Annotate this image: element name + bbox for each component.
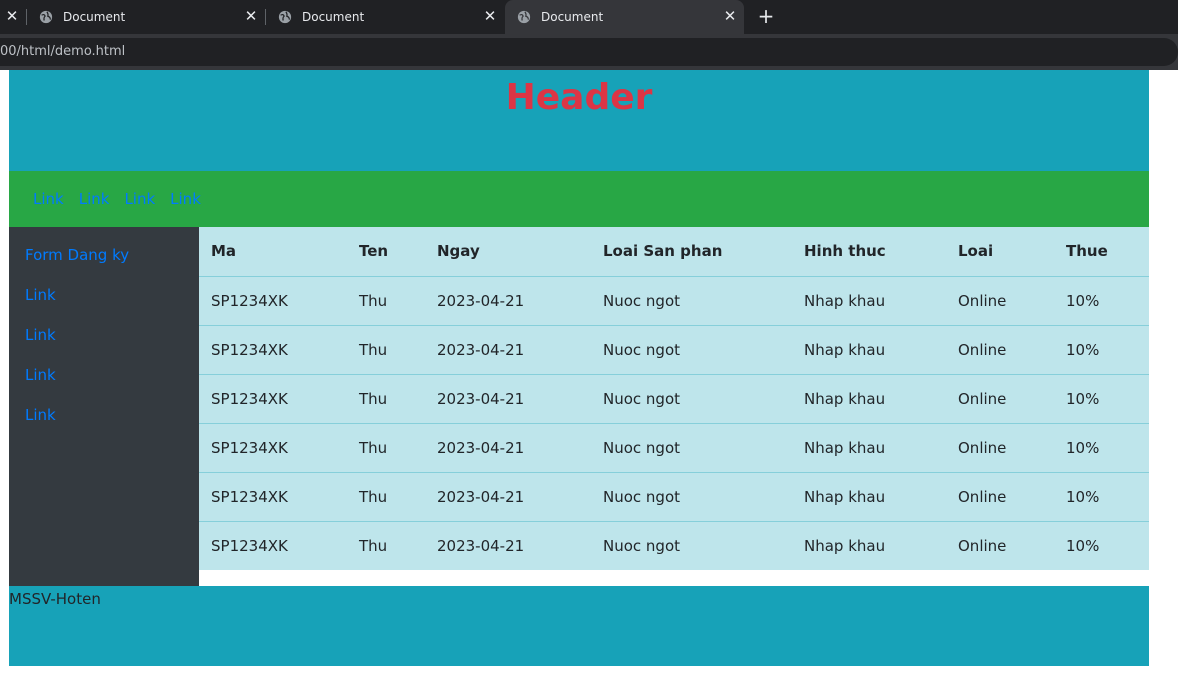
sidebar-link-5[interactable]: Link: [25, 405, 199, 445]
table-cell: 2023-04-21: [425, 422, 591, 472]
table-cell: Thu: [347, 324, 425, 374]
table-row: SP1234XK Thu 2023-04-21 Nuoc ngot Nhap k…: [199, 422, 1149, 472]
tab-document-3-active[interactable]: Document ✕: [505, 0, 744, 34]
table-cell: Online: [946, 422, 1054, 472]
table-cell: Thu: [347, 373, 425, 423]
table-cell: Nhap khau: [792, 324, 946, 374]
table-cell: Nhap khau: [792, 471, 946, 521]
table-cell: Online: [946, 275, 1054, 325]
column-header: Ngay: [437, 242, 480, 261]
column-header: Thue: [1066, 242, 1108, 261]
table-cell: Nhap khau: [792, 373, 946, 423]
table-cell: Nuoc ngot: [591, 324, 792, 374]
top-nav: Link Link Link Link: [9, 171, 1149, 227]
close-tab-icon[interactable]: ✕: [482, 8, 498, 24]
table-row: SP1234XK Thu 2023-04-21 Nuoc ngot Nhap k…: [199, 520, 1149, 570]
table-cell: 10%: [1054, 422, 1149, 472]
sidebar-link-3[interactable]: Link: [25, 325, 199, 365]
close-tab-icon[interactable]: ✕: [722, 8, 738, 24]
sidebar-link-form-dang-ky[interactable]: Form Dang ky: [25, 245, 199, 285]
content-area: Ma Ten Ngay Loai San phan Hinh thuc Loai…: [199, 227, 1149, 586]
table-cell: Online: [946, 324, 1054, 374]
sidebar: Form Dang ky Link Link Link Link: [9, 227, 199, 586]
tab-document-1[interactable]: Document ✕: [27, 0, 265, 34]
table-cell: Nhap khau: [792, 275, 946, 325]
table-cell: SP1234XK: [199, 275, 347, 325]
table-cell: Thu: [347, 520, 425, 570]
close-tab-icon[interactable]: ✕: [4, 8, 20, 24]
table-row: SP1234XK Thu 2023-04-21 Nuoc ngot Nhap k…: [199, 275, 1149, 325]
table-cell: Nhap khau: [792, 422, 946, 472]
main-area: Form Dang ky Link Link Link Link Ma Ten …: [9, 227, 1149, 586]
tab-document-2[interactable]: Document ✕: [266, 0, 504, 34]
tab-title: Document: [541, 10, 604, 24]
table-cell: Nuoc ngot: [591, 520, 792, 570]
table-cell: 2023-04-21: [425, 275, 591, 325]
table-cell: Nhap khau: [792, 520, 946, 570]
table-cell: Online: [946, 471, 1054, 521]
sidebar-link-4[interactable]: Link: [25, 365, 199, 405]
table-header-row: Ma Ten Ngay Loai San phan Hinh thuc Loai…: [199, 227, 1149, 276]
column-header: Ten: [359, 242, 389, 261]
table-cell: Thu: [347, 275, 425, 325]
table-cell: Thu: [347, 422, 425, 472]
table-row: SP1234XK Thu 2023-04-21 Nuoc ngot Nhap k…: [199, 373, 1149, 423]
globe-icon: [517, 10, 531, 24]
table-cell: Nuoc ngot: [591, 422, 792, 472]
table-cell: Thu: [347, 471, 425, 521]
table-cell: 2023-04-21: [425, 471, 591, 521]
new-tab-icon[interactable]: +: [756, 6, 776, 26]
globe-icon: [39, 10, 53, 24]
header-title: Header: [505, 77, 653, 118]
address-bar: 00/html/demo.html: [0, 34, 1178, 70]
table-cell: 10%: [1054, 520, 1149, 570]
column-header: Hinh thuc: [804, 242, 886, 261]
table-cell: SP1234XK: [199, 471, 347, 521]
column-header: Loai San phan: [603, 242, 723, 261]
table-cell: 10%: [1054, 324, 1149, 374]
nav-link-1[interactable]: Link: [33, 190, 64, 208]
table-cell: 2023-04-21: [425, 324, 591, 374]
page-footer: MSSV-Hoten: [9, 586, 1149, 666]
table-cell: SP1234XK: [199, 520, 347, 570]
table-cell: 10%: [1054, 373, 1149, 423]
url-text[interactable]: 00/html/demo.html: [0, 38, 125, 66]
sidebar-link-2[interactable]: Link: [25, 285, 199, 325]
table-cell: SP1234XK: [199, 422, 347, 472]
nav-link-4[interactable]: Link: [170, 190, 201, 208]
column-header: Loai: [958, 242, 994, 261]
table-cell: Nuoc ngot: [591, 373, 792, 423]
table-cell: 10%: [1054, 471, 1149, 521]
table-cell: Nuoc ngot: [591, 471, 792, 521]
page-header: Header: [9, 70, 1149, 171]
close-tab-icon[interactable]: ✕: [243, 8, 259, 24]
table-row: SP1234XK Thu 2023-04-21 Nuoc ngot Nhap k…: [199, 324, 1149, 374]
browser-tab-strip: ✕ Document ✕ Document ✕ Document ✕ +: [0, 0, 1178, 34]
tab-partial[interactable]: ✕: [0, 0, 26, 34]
tab-title: Document: [302, 10, 365, 24]
tab-title: Document: [63, 10, 126, 24]
page: Header Link Link Link Link Form Dang ky …: [9, 70, 1149, 666]
table-cell: 10%: [1054, 275, 1149, 325]
table-cell: SP1234XK: [199, 373, 347, 423]
globe-icon: [278, 10, 292, 24]
nav-link-2[interactable]: Link: [79, 190, 110, 208]
table-cell: Nuoc ngot: [591, 275, 792, 325]
url-field[interactable]: 00/html/demo.html: [0, 38, 1178, 66]
table-cell: Online: [946, 520, 1054, 570]
footer-text: MSSV-Hoten: [9, 590, 101, 608]
product-table: Ma Ten Ngay Loai San phan Hinh thuc Loai…: [199, 227, 1149, 570]
table-cell: Online: [946, 373, 1054, 423]
table-cell: 2023-04-21: [425, 520, 591, 570]
table-cell: 2023-04-21: [425, 373, 591, 423]
nav-link-3[interactable]: Link: [124, 190, 155, 208]
table-row: SP1234XK Thu 2023-04-21 Nuoc ngot Nhap k…: [199, 471, 1149, 521]
column-header: Ma: [211, 242, 237, 261]
table-cell: SP1234XK: [199, 324, 347, 374]
